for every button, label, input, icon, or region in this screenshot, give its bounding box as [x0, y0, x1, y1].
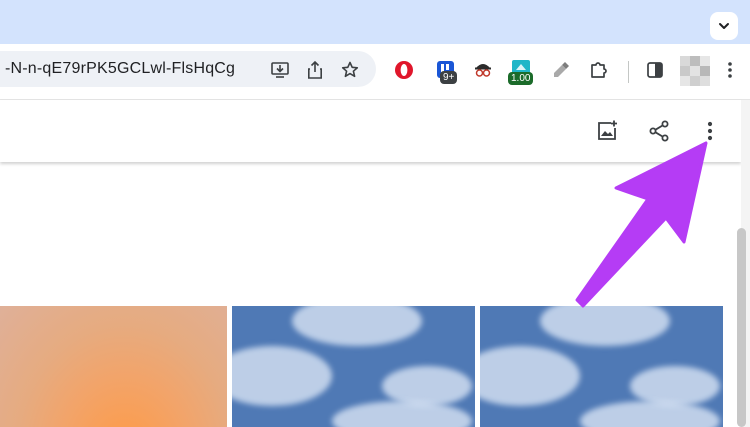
toolbar-divider [628, 61, 629, 83]
extensions-puzzle-icon[interactable] [586, 57, 612, 83]
more-options-icon[interactable] [696, 117, 724, 145]
share-page-icon[interactable] [304, 59, 326, 81]
tab-strip [0, 0, 750, 44]
opera-extension-icon[interactable] [391, 57, 417, 83]
bookmark-star-icon[interactable] [339, 59, 361, 81]
profile-avatar[interactable] [680, 56, 710, 86]
tasks-badge: 9+ [440, 71, 458, 84]
color-picker-extension-icon[interactable] [548, 57, 574, 83]
photo-app-bar [0, 100, 741, 162]
speed-badge: 1.00 [508, 72, 534, 85]
side-panel-icon[interactable] [642, 57, 668, 83]
photo-thumbnail-sunset[interactable] [0, 306, 227, 427]
chevron-down-icon [719, 23, 729, 29]
photo-thumbnail-sky[interactable] [232, 306, 475, 427]
photo-thumbnail-sky-2[interactable] [480, 306, 723, 427]
url-text[interactable]: -N-n-qE79rPK5GCLwl-FlsHqCg [5, 60, 235, 78]
install-app-icon[interactable] [269, 59, 291, 81]
speed-extension-icon[interactable]: 1.00 [508, 57, 534, 85]
share-icon[interactable] [645, 117, 673, 145]
page-scrollbar-thumb[interactable] [737, 228, 746, 427]
add-to-album-icon[interactable] [593, 117, 621, 145]
spy-extension-icon[interactable] [470, 57, 496, 83]
tab-search-button[interactable] [710, 12, 738, 40]
tasks-extension-icon[interactable]: 9+ [433, 57, 459, 84]
browser-toolbar: -N-n-qE79rPK5GCLwl-FlsHqCg 9+ 1.00 [0, 44, 750, 100]
address-bar[interactable]: -N-n-qE79rPK5GCLwl-FlsHqCg [0, 51, 376, 87]
chrome-menu-icon[interactable] [717, 57, 743, 83]
